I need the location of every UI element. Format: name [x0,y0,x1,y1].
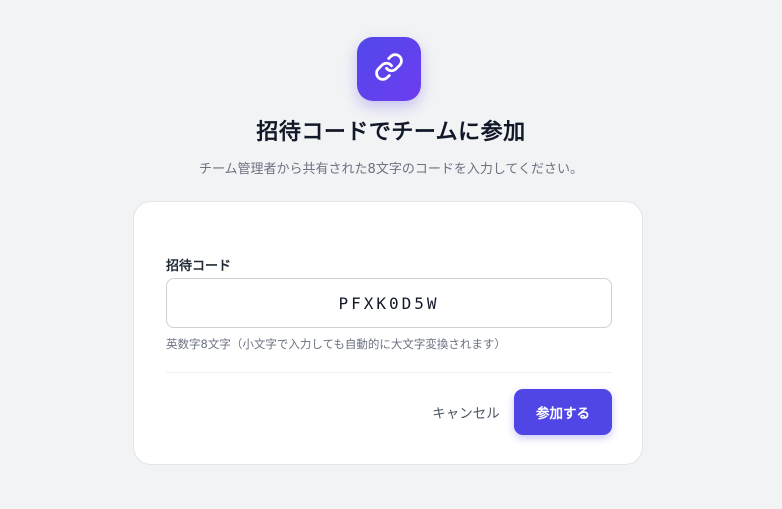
invite-code-hint: 英数字8文字（小文字で入力しても自動的に大文字変換されます） [166,337,506,351]
link-icon [374,52,404,86]
cancel-button[interactable]: キャンセル [424,389,508,435]
join-team-page: 招待コードでチームに参加 チーム管理者から共有された8文字のコードを入力してくだ… [0,0,782,509]
app-logo [357,37,421,101]
page-title: 招待コードでチームに参加 [256,120,526,145]
invite-code-card: 招待コード 英数字8文字（小文字で入力しても自動的に大文字変換されます） キャン… [133,201,643,465]
join-button[interactable]: 参加する [514,389,612,435]
page-subtitle: チーム管理者から共有された8文字のコードを入力してください。 [198,162,584,177]
invite-code-label: 招待コード [166,259,232,274]
invite-code-input[interactable] [166,278,612,328]
card-divider [166,372,612,373]
